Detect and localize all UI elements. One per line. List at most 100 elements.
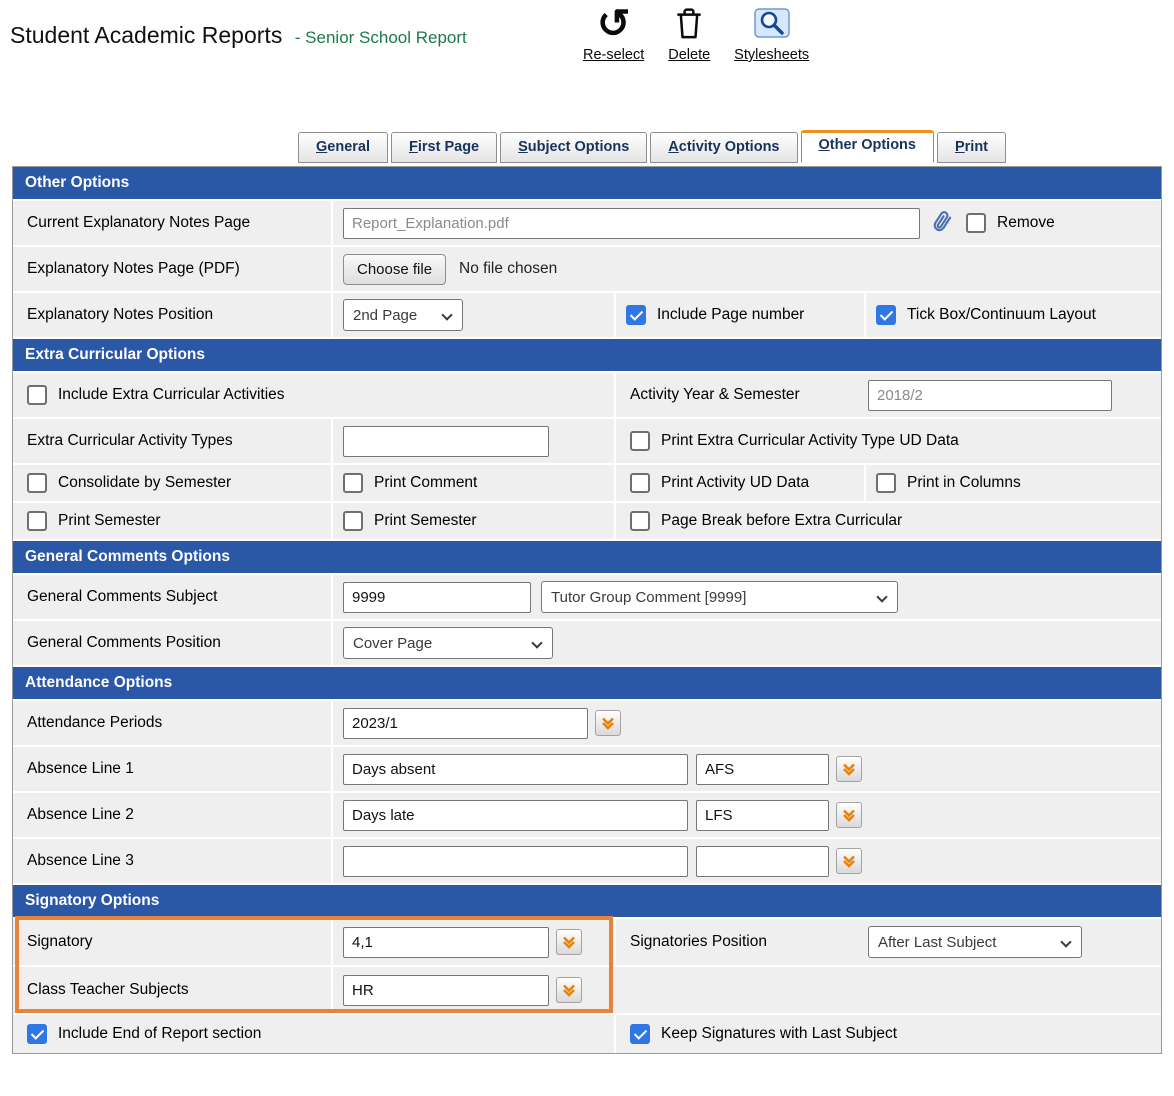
activity-year-input[interactable] bbox=[868, 380, 1112, 411]
tab-label: ctivity Options bbox=[679, 139, 780, 155]
reselect-button[interactable]: ↺ Re-select bbox=[583, 2, 644, 63]
absence-line-1-lookup-button[interactable] bbox=[836, 756, 862, 782]
print-semester-1-checkbox[interactable] bbox=[27, 511, 47, 531]
include-page-number-checkbox[interactable] bbox=[626, 305, 646, 325]
undo-icon: ↺ bbox=[597, 2, 631, 46]
row-absence-line-2: Absence Line 2 bbox=[13, 793, 1161, 839]
page-title: Student Academic Reports bbox=[10, 22, 282, 48]
section-general-comments: General Comments Options bbox=[13, 541, 1161, 575]
page-break-checkbox[interactable] bbox=[630, 511, 650, 531]
remove-checkbox[interactable] bbox=[966, 213, 986, 233]
comments-subject-select[interactable]: Tutor Group Comment [9999] bbox=[541, 581, 898, 613]
absence-line-2-text-input[interactable] bbox=[343, 800, 688, 831]
row-end-of-report: Include End of Report section Keep Signa… bbox=[13, 1015, 1161, 1053]
selected-value: 2nd Page bbox=[353, 307, 417, 324]
chevron-down-icon bbox=[876, 591, 887, 602]
absence-line-2-label: Absence Line 2 bbox=[13, 793, 333, 837]
print-semester-2-checkbox[interactable] bbox=[343, 511, 363, 531]
trash-icon bbox=[674, 2, 704, 46]
title-block: Student Academic Reports - Senior School… bbox=[10, 22, 467, 49]
tab-subject-options[interactable]: Subject Options bbox=[500, 132, 647, 163]
print-comment-checkbox[interactable] bbox=[343, 473, 363, 493]
double-chevron-down-icon bbox=[561, 982, 577, 998]
row-extra-checkboxes-1: Consolidate by Semester Print Comment Pr… bbox=[13, 465, 1161, 503]
signatory-input[interactable] bbox=[343, 927, 549, 958]
current-notes-input[interactable] bbox=[343, 208, 920, 239]
row-comments-position: General Comments Position Cover Page bbox=[13, 621, 1161, 667]
include-page-number-label: Include Page number bbox=[657, 306, 804, 324]
tab-print[interactable]: Print bbox=[937, 132, 1006, 163]
delete-label: Delete bbox=[668, 47, 710, 63]
attendance-periods-input[interactable] bbox=[343, 708, 588, 739]
print-in-columns-label: Print in Columns bbox=[907, 474, 1021, 492]
chevron-down-icon bbox=[531, 637, 542, 648]
signatory-lookup-button[interactable] bbox=[556, 929, 582, 955]
comments-subject-input[interactable] bbox=[343, 582, 531, 613]
print-comment-label: Print Comment bbox=[374, 474, 477, 492]
include-activities-checkbox[interactable] bbox=[27, 385, 47, 405]
print-in-columns-checkbox[interactable] bbox=[876, 473, 896, 493]
activity-types-label: Extra Curricular Activity Types bbox=[13, 419, 333, 463]
activity-types-input[interactable] bbox=[343, 426, 549, 457]
signatories-position-select[interactable]: After Last Subject bbox=[868, 926, 1082, 958]
section-extra-curricular: Extra Curricular Options bbox=[13, 339, 1161, 373]
print-activity-ud-checkbox[interactable] bbox=[630, 473, 650, 493]
double-chevron-down-icon bbox=[841, 807, 857, 823]
print-type-ud-label: Print Extra Curricular Activity Type UD … bbox=[661, 432, 959, 450]
double-chevron-down-icon bbox=[841, 853, 857, 869]
absence-line-3-lookup-button[interactable] bbox=[836, 848, 862, 874]
include-end-checkbox[interactable] bbox=[27, 1024, 47, 1044]
absence-line-2-code-input[interactable] bbox=[696, 800, 829, 831]
section-signatory: Signatory Options bbox=[13, 885, 1161, 919]
notes-position-select[interactable]: 2nd Page bbox=[343, 299, 463, 331]
row-comments-subject: General Comments Subject Tutor Group Com… bbox=[13, 575, 1161, 621]
stylesheets-button[interactable]: Stylesheets bbox=[734, 2, 809, 63]
paperclip-icon[interactable] bbox=[930, 210, 956, 236]
absence-line-1-code-input[interactable] bbox=[696, 754, 829, 785]
tab-label: F bbox=[409, 139, 418, 155]
print-type-ud-checkbox[interactable] bbox=[630, 431, 650, 451]
selected-value: Tutor Group Comment [9999] bbox=[551, 589, 746, 606]
page-break-label: Page Break before Extra Curricular bbox=[661, 512, 902, 530]
absence-line-1-text-input[interactable] bbox=[343, 754, 688, 785]
tickbox-layout-checkbox[interactable] bbox=[876, 305, 896, 325]
signatory-label: Signatory bbox=[13, 919, 333, 965]
page-subtitle: - Senior School Report bbox=[295, 28, 467, 47]
class-teacher-subjects-lookup-button[interactable] bbox=[556, 977, 582, 1003]
tickbox-layout-label: Tick Box/Continuum Layout bbox=[907, 306, 1096, 324]
delete-button[interactable]: Delete bbox=[668, 2, 710, 63]
consolidate-checkbox[interactable] bbox=[27, 473, 47, 493]
tab-other-options[interactable]: Other Options bbox=[801, 130, 934, 163]
section-attendance: Attendance Options bbox=[13, 667, 1161, 701]
print-activity-ud-label: Print Activity UD Data bbox=[661, 474, 809, 492]
toolbar: ↺ Re-select Delete Stylesheets bbox=[583, 2, 833, 63]
absence-line-1-label: Absence Line 1 bbox=[13, 747, 333, 791]
page-header: Student Academic Reports - Senior School… bbox=[0, 0, 1174, 112]
comments-position-select[interactable]: Cover Page bbox=[343, 627, 553, 659]
double-chevron-down-icon bbox=[561, 934, 577, 950]
tab-general[interactable]: General bbox=[298, 132, 388, 163]
notes-pdf-label: Explanatory Notes Page (PDF) bbox=[13, 247, 333, 291]
tab-label: G bbox=[316, 139, 327, 155]
attendance-periods-lookup-button[interactable] bbox=[595, 710, 621, 736]
class-teacher-subjects-input[interactable] bbox=[343, 975, 549, 1006]
tab-label: O bbox=[819, 137, 830, 153]
absence-line-2-lookup-button[interactable] bbox=[836, 802, 862, 828]
file-status: No file chosen bbox=[459, 260, 557, 278]
keep-signatures-checkbox[interactable] bbox=[630, 1024, 650, 1044]
tab-first-page[interactable]: First Page bbox=[391, 132, 497, 163]
absence-line-3-text-input[interactable] bbox=[343, 846, 688, 877]
tab-label: rint bbox=[965, 139, 988, 155]
other-options-panel: Other Options Current Explanatory Notes … bbox=[12, 166, 1162, 1054]
section-other-options: Other Options bbox=[13, 167, 1161, 201]
choose-file-button[interactable]: Choose file bbox=[343, 254, 446, 285]
tab-label: A bbox=[668, 139, 678, 155]
row-class-teacher-subjects: Class Teacher Subjects bbox=[13, 967, 1161, 1015]
selected-value: Cover Page bbox=[353, 635, 432, 652]
absence-line-3-label: Absence Line 3 bbox=[13, 839, 333, 883]
absence-line-3-code-input[interactable] bbox=[696, 846, 829, 877]
reselect-label: Re-select bbox=[583, 47, 644, 63]
tab-activity-options[interactable]: Activity Options bbox=[650, 132, 797, 163]
current-notes-label: Current Explanatory Notes Page bbox=[13, 201, 333, 245]
stylesheets-icon bbox=[752, 2, 792, 46]
